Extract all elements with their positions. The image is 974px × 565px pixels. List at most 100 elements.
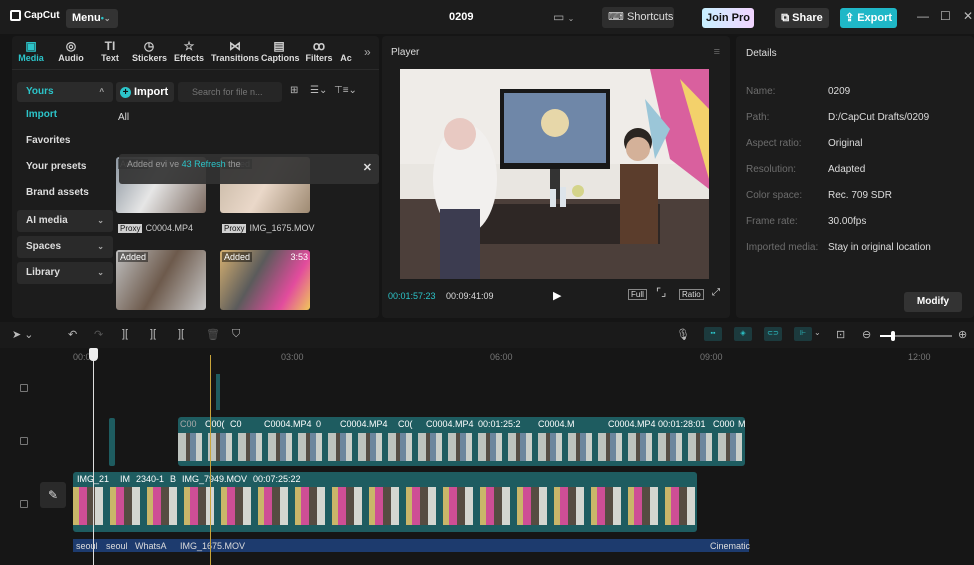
- sidebar-item-your-presets[interactable]: Your presets: [17, 154, 113, 180]
- detail-row-path: Path: D:/CapCut Drafts/0209: [746, 112, 971, 126]
- sidebar-item-yours[interactable]: Yours ^: [17, 82, 113, 102]
- tab-transitions[interactable]: ⋈ Transitions: [211, 39, 259, 63]
- tab-stickers-label: Stickers: [132, 53, 168, 63]
- keyboard-icon: ⌨: [608, 11, 624, 23]
- tab-stickers[interactable]: ◷ Stickers: [132, 39, 168, 63]
- detail-row-resolution: Resolution: Adapted: [746, 164, 971, 178]
- tab-text[interactable]: TI Text: [100, 39, 120, 63]
- chevron-down-icon[interactable]: ⌄: [814, 328, 821, 337]
- zoom-slider-handle[interactable]: [891, 331, 895, 341]
- added-badge: Added: [118, 252, 149, 262]
- zoom-out-icon[interactable]: ⊖: [862, 328, 871, 341]
- join-pro-button[interactable]: Join Pro: [702, 8, 754, 28]
- share-label: Share: [792, 12, 823, 24]
- player-menu-icon[interactable]: ≡: [714, 46, 720, 58]
- close-icon[interactable]: ✕: [963, 9, 973, 23]
- menu-button[interactable]: Menu•⌄: [66, 9, 118, 28]
- tab-adjust-label: Ac: [340, 53, 352, 63]
- fit-timeline-icon[interactable]: ⊡: [836, 328, 845, 341]
- split-left-icon[interactable]: ][: [150, 328, 156, 340]
- detail-value: Adapted: [828, 164, 866, 175]
- effects-icon: ☆: [183, 39, 195, 53]
- refresh-tooltip: Added evi ve 43 Refresh the ✕: [119, 154, 379, 184]
- redo-icon[interactable]: ↷: [94, 328, 103, 341]
- clip-duration: 3:53: [290, 252, 308, 262]
- clip-label: C0004.MP4: [340, 419, 388, 429]
- tab-media[interactable]: ▣ Media: [18, 39, 44, 63]
- edit-cover-icon[interactable]: ✎: [40, 482, 66, 508]
- tab-captions-label: Captions: [261, 53, 300, 63]
- media-thumbnail-3[interactable]: Added: [116, 250, 206, 310]
- split-right-icon[interactable]: ][: [178, 328, 184, 340]
- stickers-icon: ◷: [143, 39, 155, 53]
- tab-filters-label: Filters: [305, 53, 333, 63]
- more-tools-icon[interactable]: »: [364, 45, 371, 59]
- tab-captions[interactable]: ▤ Captions: [261, 39, 300, 63]
- video-preview[interactable]: [400, 69, 709, 279]
- zoom-in-icon[interactable]: ⊕: [958, 328, 967, 341]
- track-toggle-icon[interactable]: [20, 500, 28, 508]
- auto-snap-icon[interactable]: ◈: [734, 327, 752, 341]
- modify-button[interactable]: Modify: [904, 292, 962, 312]
- preview-axis-icon[interactable]: ⊩: [794, 327, 812, 341]
- export-label: Export: [857, 12, 893, 24]
- sidebar-item-ai-media[interactable]: AI media ⌄: [17, 210, 113, 232]
- main-track-magnet-icon[interactable]: ▪▪: [704, 327, 722, 341]
- refresh-link[interactable]: Refresh: [194, 159, 226, 169]
- detail-row-name: Name: 0209: [746, 86, 971, 100]
- tab-effects[interactable]: ☆ Effects: [173, 39, 205, 63]
- ratio-button[interactable]: Ratio: [679, 289, 704, 300]
- shortcuts-button[interactable]: ⌨ Shortcuts: [602, 7, 674, 28]
- track-toggle-icon[interactable]: [20, 437, 28, 445]
- microphone-icon[interactable]: 🎙: [676, 328, 690, 341]
- media-file-label: C0004.MP4: [145, 223, 193, 233]
- proxy-badge: Proxy: [222, 224, 247, 233]
- delete-icon[interactable]: 🗑: [206, 328, 220, 341]
- share-button[interactable]: ⧉ Share: [775, 8, 829, 28]
- sidebar-item-import[interactable]: Import: [17, 102, 113, 128]
- sidebar-item-library[interactable]: Library ⌄: [17, 262, 113, 284]
- play-icon[interactable]: ▶: [553, 289, 561, 302]
- sidebar-item-favorites[interactable]: Favorites: [17, 128, 113, 154]
- export-button[interactable]: ⇪ Export: [840, 8, 897, 28]
- marker-icon[interactable]: ⛉: [232, 328, 240, 341]
- export-icon: ⇪: [844, 12, 855, 24]
- sidebar-item-brand-assets[interactable]: Brand assets: [17, 180, 113, 206]
- minimize-icon[interactable]: —: [917, 9, 929, 23]
- media-toolbar: ▣ Media ◎ Audio TI Text ◷ Stickers ☆ Eff…: [12, 36, 379, 70]
- crop-icon[interactable]: ⌜⌟: [654, 286, 668, 299]
- tab-adjust[interactable]: Ac: [338, 39, 354, 63]
- tooltip-text-mid: ve: [169, 159, 180, 169]
- select-tool-icon[interactable]: ➤ ⌄: [12, 328, 34, 341]
- ruler-tick-label: 09:00: [700, 352, 723, 362]
- maximize-icon[interactable]: ☐: [940, 9, 951, 23]
- import-button[interactable]: + Import: [116, 82, 174, 102]
- search-input[interactable]: [178, 82, 282, 102]
- video-track-1[interactable]: C00 C00( C0 C0004.MP4 0 C0004.MP4 C0( C0…: [178, 417, 745, 466]
- added-badge: Added: [222, 252, 253, 262]
- close-tooltip-icon[interactable]: ✕: [363, 162, 372, 174]
- tab-filters[interactable]: ꝏ Filters: [305, 39, 333, 63]
- sort-icon[interactable]: ☰⌄: [310, 85, 327, 96]
- undo-icon[interactable]: ↶: [68, 328, 77, 341]
- audio-track[interactable]: [73, 539, 749, 552]
- media-thumbnail-4[interactable]: Added 3:53: [220, 250, 310, 310]
- grid-view-icon[interactable]: ⊞: [290, 85, 298, 96]
- full-button[interactable]: Full: [628, 289, 647, 300]
- tab-audio[interactable]: ◎ Audio: [58, 39, 84, 63]
- tooltip-text-a: Added: [127, 159, 154, 169]
- playhead-handle[interactable]: [89, 348, 98, 361]
- split-icon[interactable]: ][: [122, 328, 128, 340]
- video-track-main[interactable]: IMG_21 IM 2340-1 B IMG_7949.MOV 00:07:25…: [73, 472, 697, 532]
- playhead-line[interactable]: [93, 348, 94, 565]
- sidebar-item-spaces[interactable]: Spaces ⌄: [17, 236, 113, 258]
- fullscreen-icon[interactable]: ⤢: [710, 287, 722, 298]
- ruler-tick-label: 12:00: [908, 352, 931, 362]
- clip-label: C000: [713, 419, 735, 429]
- track-toggle-icon[interactable]: [20, 384, 28, 392]
- tooltip-text-c: the: [228, 159, 241, 169]
- linkage-icon[interactable]: ⊂⊃: [764, 327, 782, 341]
- media-sidebar: Yours ^ Import Favorites Your presets Bra…: [17, 82, 113, 284]
- filter-icon[interactable]: ⊤≡⌄: [334, 85, 357, 96]
- layout-icon[interactable]: ▭ ⌄: [553, 10, 574, 24]
